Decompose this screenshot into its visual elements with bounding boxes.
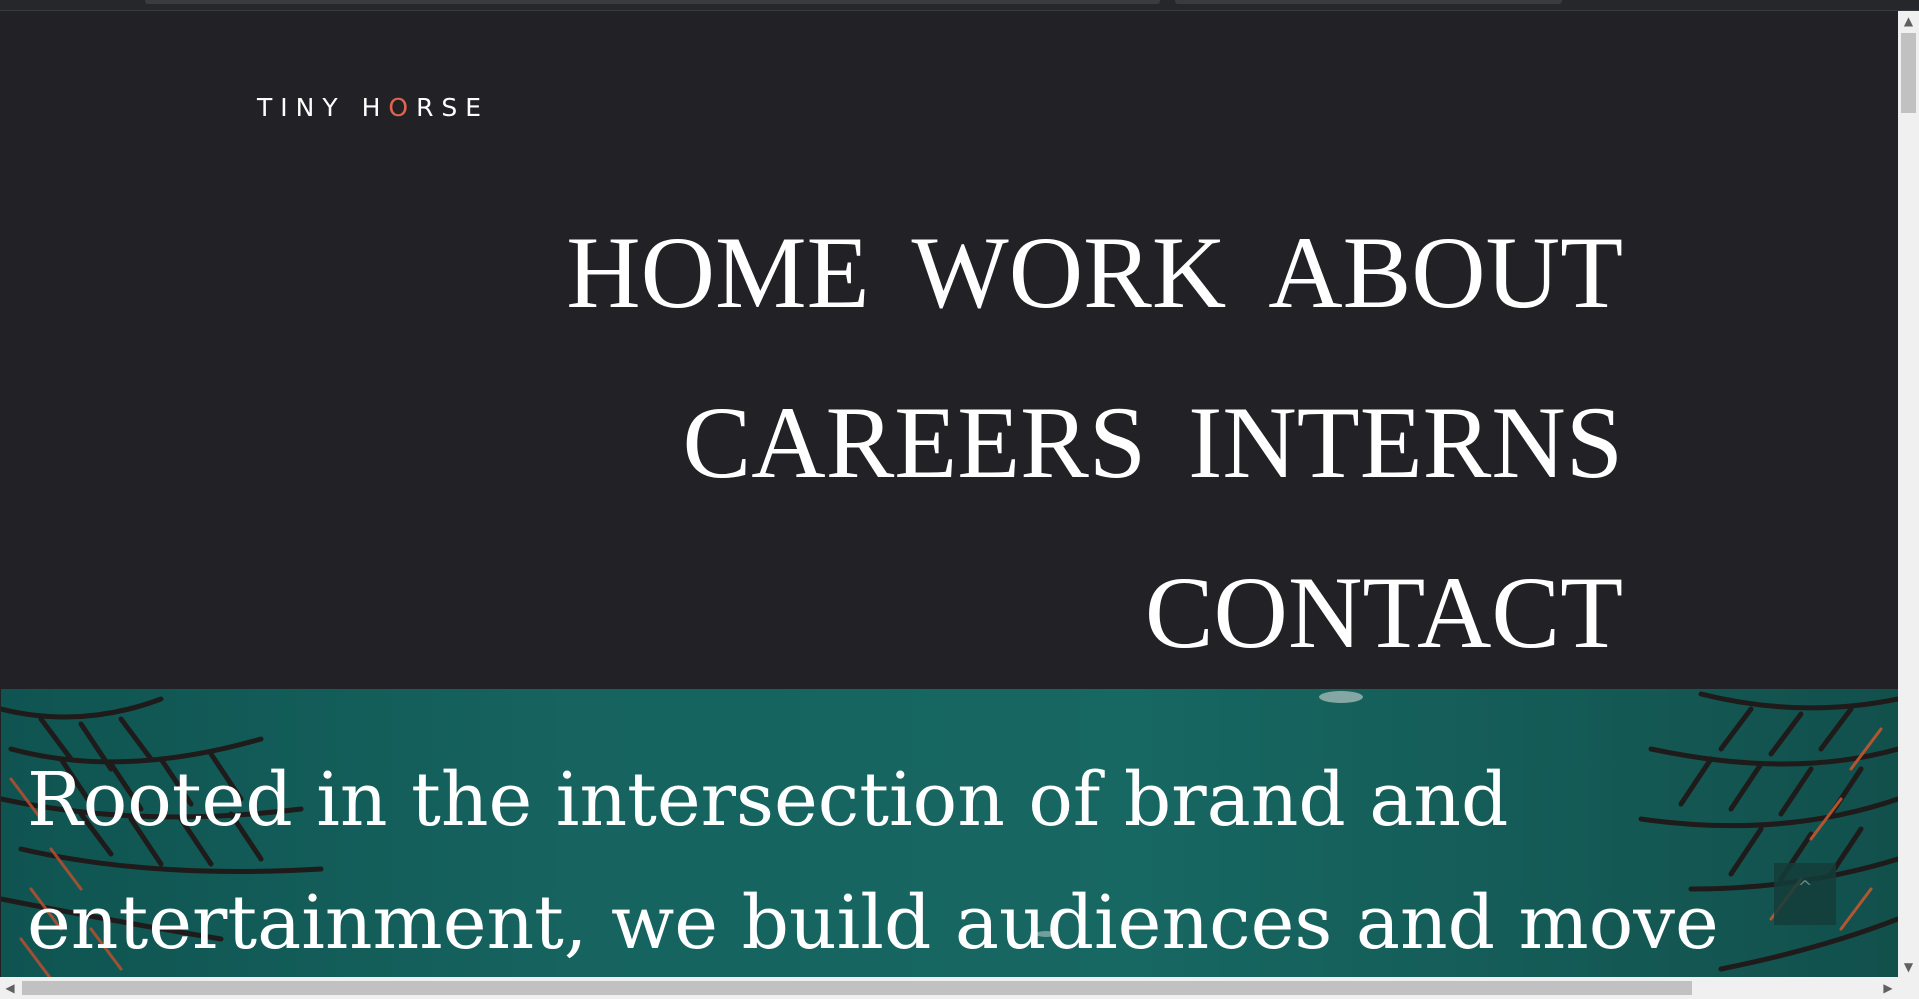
browser-top-strip (0, 0, 1919, 11)
nav-link-contact[interactable]: CONTACT (1145, 562, 1623, 665)
browser-viewport: TINY HORSE HOME WORK ABOUT CAREERS INTERNS … (0, 0, 1919, 999)
browser-tab[interactable] (145, 0, 1160, 4)
chevron-up-icon: ^ (1797, 877, 1813, 898)
vertical-scroll-thumb[interactable] (1901, 33, 1916, 113)
back-to-top-button[interactable]: ^ (1774, 863, 1836, 925)
main-navigation: HOME WORK ABOUT CAREERS INTERNS CONTACT (483, 189, 1623, 699)
nav-link-work[interactable]: WORK (912, 222, 1227, 325)
horizontal-scroll-thumb[interactable] (22, 981, 1692, 995)
hero-section: Rooted in the intersection of brand and … (1, 689, 1898, 977)
logo-text-start: TINY H (257, 93, 389, 122)
vertical-scrollbar[interactable]: ▲ ▼ (1898, 11, 1919, 977)
scrollbar-corner (1898, 977, 1919, 999)
nav-link-careers[interactable]: CAREERS (683, 392, 1147, 495)
scroll-right-icon[interactable]: ▶ (1878, 977, 1898, 999)
nav-row: CONTACT (483, 529, 1623, 699)
scroll-left-icon[interactable]: ◀ (0, 977, 20, 999)
logo-text-end: RSE (416, 93, 490, 122)
logo-accent-letter: O (388, 93, 417, 122)
scroll-down-icon[interactable]: ▼ (1898, 957, 1919, 977)
nav-row: HOME WORK ABOUT (483, 189, 1623, 359)
web-page: TINY HORSE HOME WORK ABOUT CAREERS INTERNS … (0, 11, 1898, 977)
nav-link-home[interactable]: HOME (566, 222, 869, 325)
horizontal-scrollbar[interactable]: ◀ ▶ (0, 977, 1919, 999)
browser-tab[interactable] (1175, 0, 1562, 4)
scroll-up-icon[interactable]: ▲ (1898, 11, 1919, 31)
nav-link-interns[interactable]: INTERNS (1188, 392, 1623, 495)
nav-row: CAREERS INTERNS (483, 359, 1624, 529)
nav-link-about[interactable]: ABOUT (1268, 222, 1623, 325)
site-logo[interactable]: TINY HORSE (257, 93, 489, 122)
hero-tagline: Rooted in the intersection of brand and … (27, 757, 1719, 966)
